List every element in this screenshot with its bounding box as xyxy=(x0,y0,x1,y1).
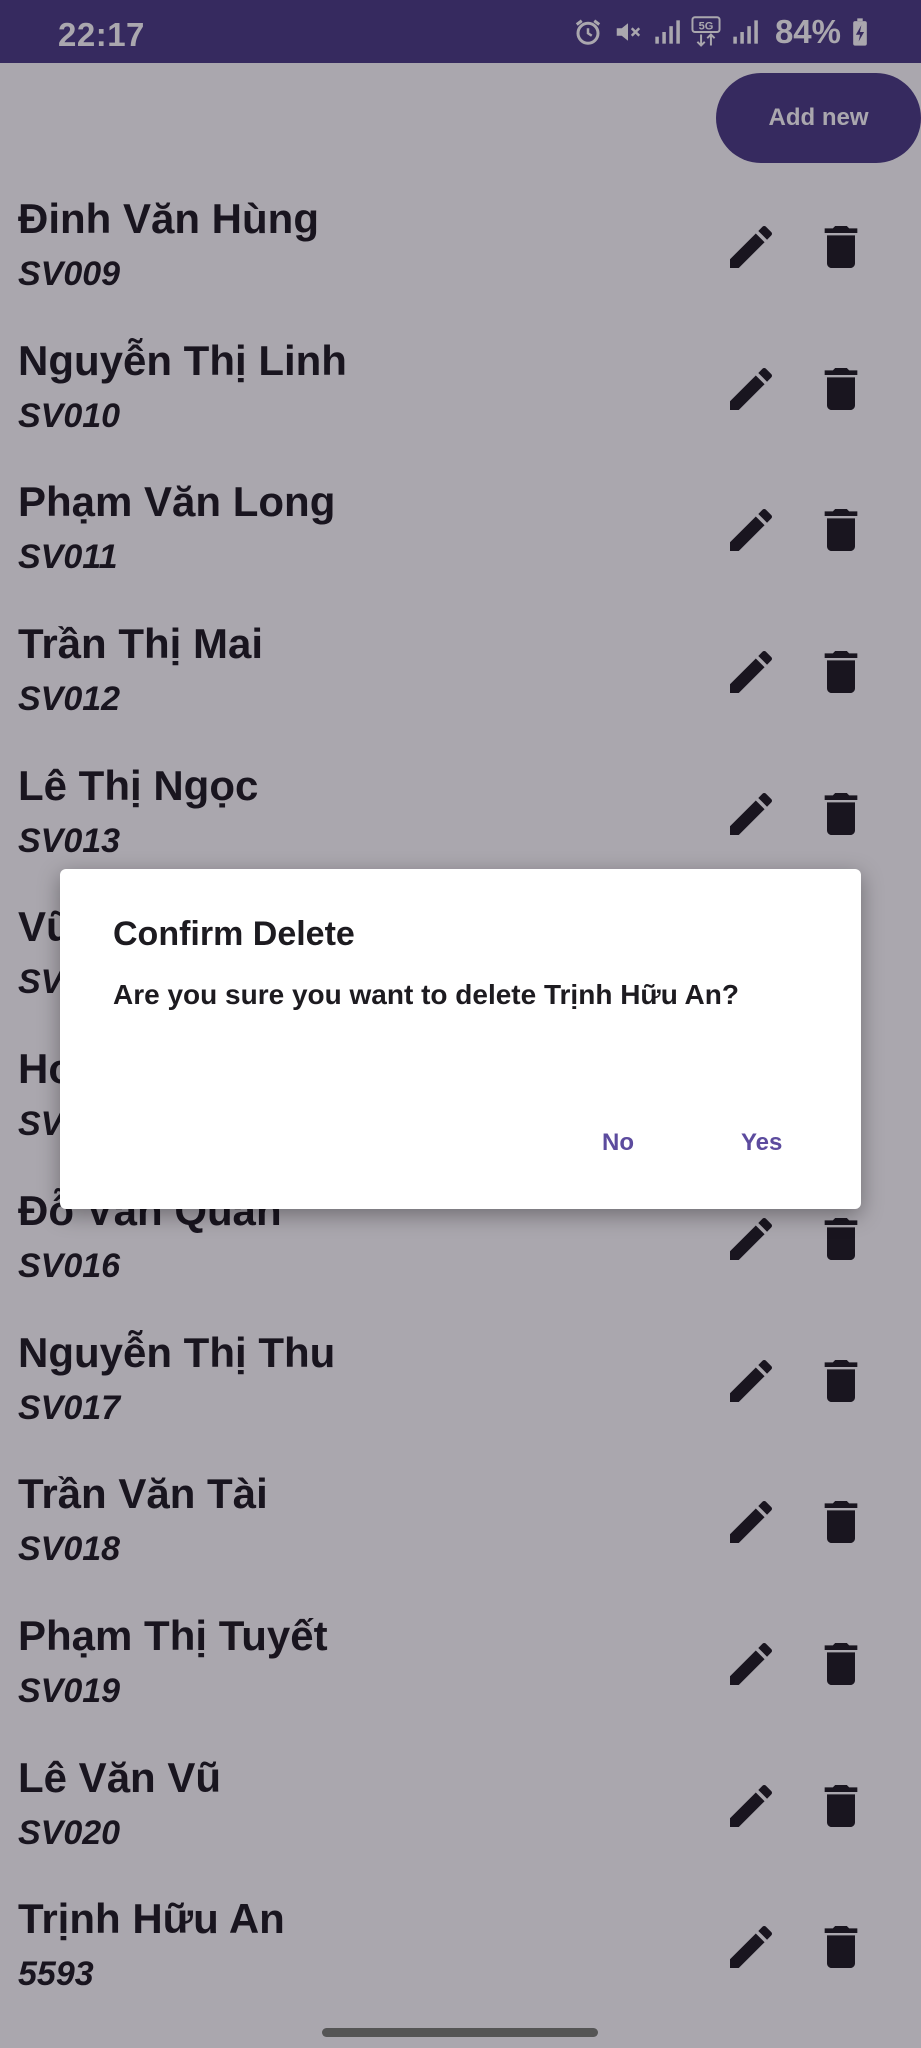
dialog-title: Confirm Delete xyxy=(113,915,355,953)
yes-button[interactable]: Yes xyxy=(729,1123,794,1163)
navigation-bar xyxy=(0,2008,921,2048)
confirm-delete-dialog: Confirm Delete Are you sure you want to … xyxy=(60,869,861,1209)
home-gesture-handle[interactable] xyxy=(322,2028,598,2037)
no-button[interactable]: No xyxy=(590,1123,646,1163)
dialog-message: Are you sure you want to delete Trịnh Hữ… xyxy=(113,979,739,1010)
